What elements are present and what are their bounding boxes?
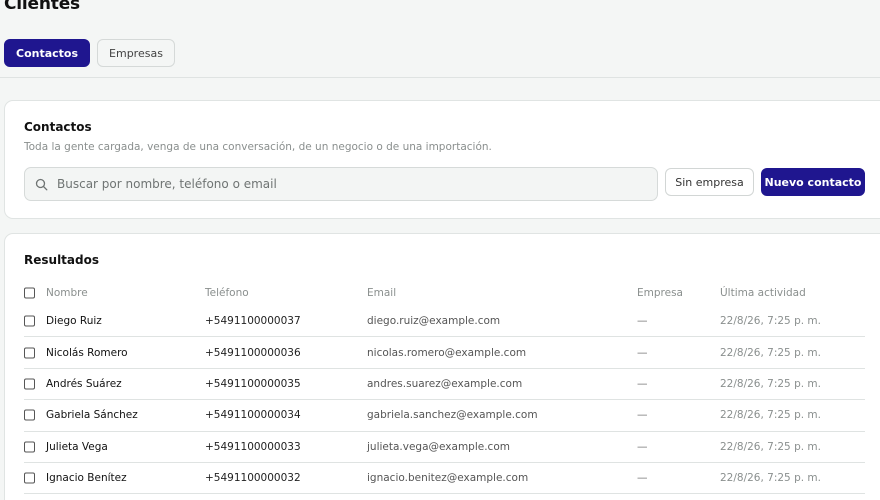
tab-empresas[interactable]: Empresas <box>97 39 175 67</box>
column-header-email[interactable]: Email <box>367 287 396 299</box>
contact-phone: +5491100000035 <box>205 377 301 390</box>
contact-last-activity: 22/8/26, 7:25 p. m. <box>720 377 821 390</box>
results-title: Resultados <box>24 253 99 267</box>
contacts-card-title: Contactos <box>24 120 92 134</box>
contact-phone: +5491100000037 <box>205 315 301 328</box>
column-header-name[interactable]: Nombre <box>46 287 88 299</box>
table-row[interactable]: Nicolás Romero +5491100000036 nicolas.rome… <box>24 337 865 369</box>
table-row[interactable]: Andrés Suárez +5491100000035 andres.suarez… <box>24 369 865 401</box>
table-row[interactable]: Julieta Vega +5491100000033 julieta.vega@e… <box>24 432 865 463</box>
contact-company: — <box>637 409 648 422</box>
contact-last-activity: 22/8/26, 7:25 p. m. <box>720 315 821 328</box>
contact-name[interactable]: Julieta Vega <box>46 441 108 453</box>
results-card: Resultados Nombre Teléfono Email Empresa… <box>4 233 880 500</box>
contact-name[interactable]: Nicolás Romero <box>46 347 128 359</box>
contact-company: — <box>637 472 648 485</box>
contact-email: julieta.vega@example.com <box>367 440 510 453</box>
row-checkbox[interactable] <box>24 409 35 421</box>
row-checkbox[interactable] <box>24 315 35 327</box>
contact-last-activity: 22/8/26, 7:25 p. m. <box>720 440 821 453</box>
contact-name[interactable]: Ignacio Benítez <box>46 472 127 484</box>
contact-name[interactable]: Andrés Suárez <box>46 378 122 390</box>
column-header-activity[interactable]: Última actividad <box>720 287 806 299</box>
divider <box>0 77 880 78</box>
table-row[interactable]: Gabriela Sánchez +5491100000034 gabriela.s… <box>24 400 865 432</box>
contact-phone: +5491100000034 <box>205 409 301 422</box>
tab-bar: Contactos Empresas <box>4 39 175 67</box>
contact-company: — <box>637 377 648 390</box>
row-checkbox[interactable] <box>24 378 35 390</box>
contact-email: nicolas.romero@example.com <box>367 346 527 359</box>
contact-last-activity: 22/8/26, 7:25 p. m. <box>720 409 821 422</box>
contact-phone: +5491100000033 <box>205 440 301 453</box>
contact-company: — <box>637 315 648 328</box>
contact-company: — <box>637 440 648 453</box>
contact-phone: +5491100000032 <box>205 472 301 485</box>
contact-company: — <box>637 346 648 359</box>
page-title: Clientes <box>4 0 80 14</box>
select-all-checkbox[interactable] <box>24 287 35 298</box>
table-header: Nombre Teléfono Email Empresa Última act… <box>24 279 865 306</box>
sin-empresa-button[interactable]: Sin empresa <box>665 168 754 196</box>
column-header-company[interactable]: Empresa <box>637 287 683 299</box>
contact-email: ignacio.benitez@example.com <box>367 472 529 485</box>
search-box[interactable] <box>24 167 658 201</box>
contact-email: diego.ruiz@example.com <box>367 315 501 328</box>
table-row[interactable]: Diego Ruiz +5491100000037 diego.ruiz@examp… <box>24 306 865 338</box>
row-checkbox[interactable] <box>24 472 35 484</box>
tab-contactos[interactable]: Contactos <box>4 39 91 67</box>
contact-email: gabriela.sanchez@example.com <box>367 409 538 422</box>
column-header-phone[interactable]: Teléfono <box>205 287 249 299</box>
table-row[interactable]: Ignacio Benítez +5491100000032 ignacio.ben… <box>24 463 865 495</box>
search-input[interactable] <box>57 177 657 191</box>
row-checkbox[interactable] <box>24 347 35 359</box>
nuevo-contacto-button[interactable]: Nuevo contacto <box>761 168 865 196</box>
contacts-card: Contactos Toda la gente cargada, venga d… <box>4 100 880 219</box>
contact-name[interactable]: Diego Ruiz <box>46 315 102 327</box>
contact-last-activity: 22/8/26, 7:25 p. m. <box>720 346 821 359</box>
contact-email: andres.suarez@example.com <box>367 377 523 390</box>
row-checkbox[interactable] <box>24 441 35 453</box>
contact-last-activity: 22/8/26, 7:25 p. m. <box>720 472 821 485</box>
contacts-card-subtitle: Toda la gente cargada, venga de una conv… <box>24 141 492 153</box>
contacts-table: Nombre Teléfono Email Empresa Última act… <box>24 279 865 495</box>
contact-name[interactable]: Gabriela Sánchez <box>46 409 138 421</box>
search-icon <box>35 177 49 191</box>
contact-phone: +5491100000036 <box>205 346 301 359</box>
